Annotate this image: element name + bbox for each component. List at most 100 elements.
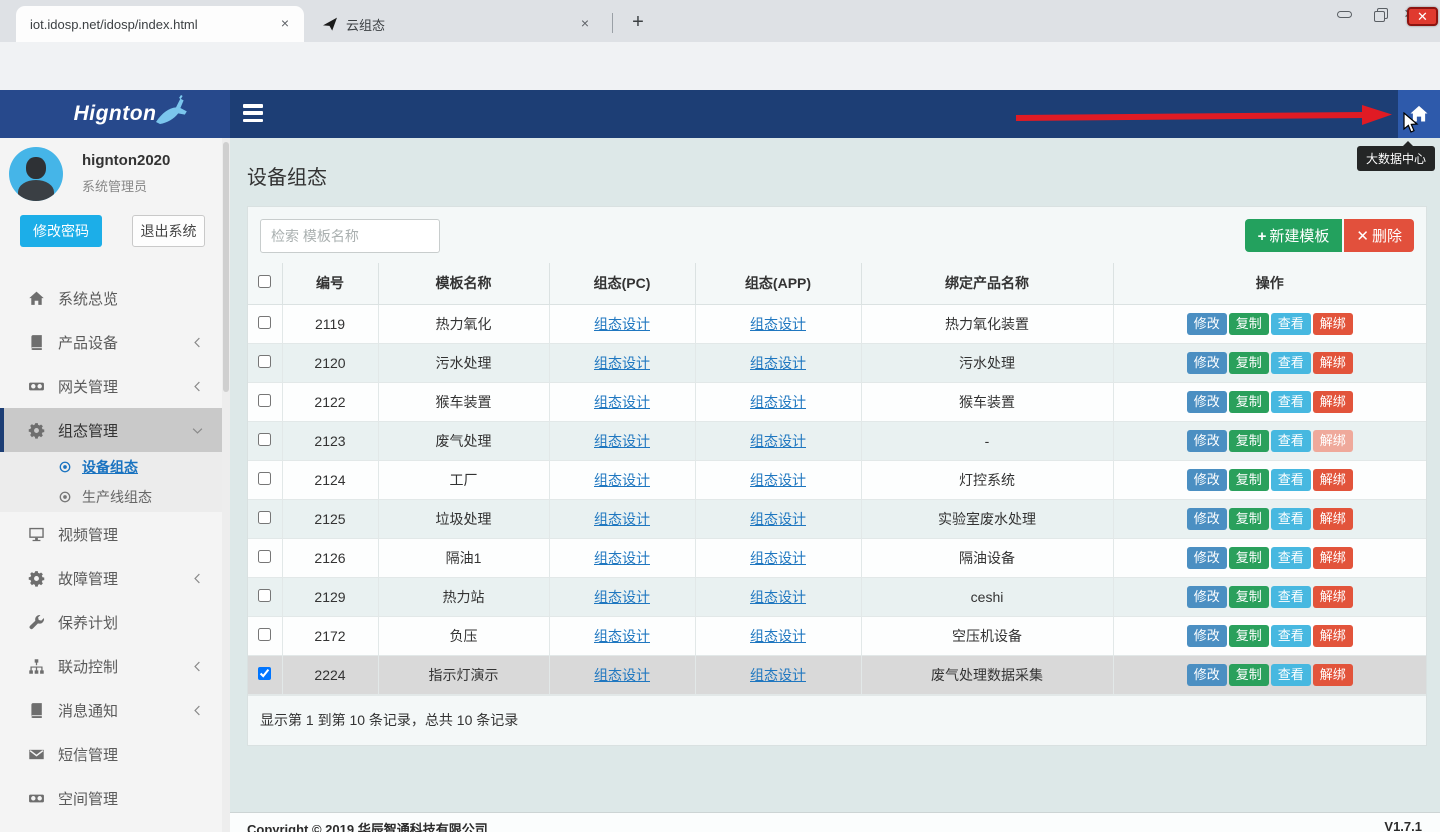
action-unbind-button[interactable]: 解绑 (1313, 586, 1353, 608)
new-template-button[interactable]: +新建模板 (1245, 219, 1343, 252)
tab-close-icon[interactable]: × (276, 15, 294, 33)
config-pc-link[interactable]: 组态设计 (594, 667, 650, 683)
row-checkbox[interactable] (258, 472, 271, 485)
config-app-link[interactable]: 组态设计 (750, 511, 806, 527)
action-edit-button[interactable]: 修改 (1187, 586, 1227, 608)
config-pc-link[interactable]: 组态设计 (594, 550, 650, 566)
action-unbind-button[interactable]: 解绑 (1313, 391, 1353, 413)
action-edit-button[interactable]: 修改 (1187, 352, 1227, 374)
browser-tab-current[interactable]: iot.idosp.net/idosp/index.html × (16, 6, 304, 42)
sidebar-item-maintenance-plan[interactable]: 保养计划 (0, 600, 222, 644)
row-checkbox[interactable] (258, 355, 271, 368)
sidebar-item-sms-management[interactable]: 短信管理 (0, 732, 222, 776)
action-unbind-button[interactable]: 解绑 (1313, 547, 1353, 569)
row-checkbox[interactable] (258, 628, 271, 641)
config-pc-link[interactable]: 组态设计 (594, 355, 650, 371)
action-view-button[interactable]: 查看 (1271, 313, 1311, 335)
config-pc-link[interactable]: 组态设计 (594, 394, 650, 410)
action-copy-button[interactable]: 复制 (1229, 352, 1269, 374)
config-pc-link[interactable]: 组态设计 (594, 511, 650, 527)
search-input[interactable] (260, 219, 440, 253)
config-app-link[interactable]: 组态设计 (750, 589, 806, 605)
config-pc-link[interactable]: 组态设计 (594, 628, 650, 644)
action-unbind-button[interactable]: 解绑 (1313, 625, 1353, 647)
action-copy-button[interactable]: 复制 (1229, 391, 1269, 413)
row-checkbox[interactable] (258, 511, 271, 524)
row-checkbox[interactable] (258, 667, 271, 680)
row-checkbox[interactable] (258, 316, 271, 329)
row-checkbox[interactable] (258, 433, 271, 446)
action-view-button[interactable]: 查看 (1271, 664, 1311, 686)
sidebar-item-linkage-control[interactable]: 联动控制 (0, 644, 222, 688)
action-copy-button[interactable]: 复制 (1229, 664, 1269, 686)
action-copy-button[interactable]: 复制 (1229, 547, 1269, 569)
action-view-button[interactable]: 查看 (1271, 508, 1311, 530)
cell-config-app-link: 组态设计 (695, 577, 861, 616)
action-copy-button[interactable]: 复制 (1229, 430, 1269, 452)
minimize-button[interactable] (1326, 2, 1362, 26)
restore-button[interactable] (1362, 2, 1398, 26)
row-checkbox[interactable] (258, 550, 271, 563)
action-unbind-button[interactable]: 解绑 (1313, 469, 1353, 491)
hamburger-menu-icon[interactable] (243, 104, 263, 122)
action-unbind-button[interactable]: 解绑 (1313, 664, 1353, 686)
config-pc-link[interactable]: 组态设计 (594, 316, 650, 332)
sidebar-scrollbar[interactable] (222, 138, 230, 832)
action-view-button[interactable]: 查看 (1271, 391, 1311, 413)
row-checkbox[interactable] (258, 394, 271, 407)
change-password-button[interactable]: 修改密码 (20, 215, 102, 247)
config-app-link[interactable]: 组态设计 (750, 316, 806, 332)
action-view-button[interactable]: 查看 (1271, 625, 1311, 647)
config-app-link[interactable]: 组态设计 (750, 472, 806, 488)
config-pc-link[interactable]: 组态设计 (594, 589, 650, 605)
action-view-button[interactable]: 查看 (1271, 547, 1311, 569)
sidebar-item-space-management[interactable]: 空间管理 (0, 776, 222, 820)
select-all-checkbox[interactable] (258, 275, 271, 288)
action-view-button[interactable]: 查看 (1271, 586, 1311, 608)
action-copy-button[interactable]: 复制 (1229, 469, 1269, 491)
action-edit-button[interactable]: 修改 (1187, 313, 1227, 335)
sidebar-item-product-device[interactable]: 产品设备 (0, 320, 222, 364)
action-copy-button[interactable]: 复制 (1229, 625, 1269, 647)
sidebar-subitem-production-line-config[interactable]: 生产线组态 (0, 482, 222, 512)
action-unbind-button[interactable]: 解绑 (1313, 313, 1353, 335)
sidebar-subitem-device-config[interactable]: 设备组态 (0, 452, 222, 482)
action-view-button[interactable]: 查看 (1271, 352, 1311, 374)
config-app-link[interactable]: 组态设计 (750, 355, 806, 371)
action-edit-button[interactable]: 修改 (1187, 547, 1227, 569)
bigdata-home-button[interactable] (1398, 90, 1440, 138)
action-copy-button[interactable]: 复制 (1229, 508, 1269, 530)
action-edit-button[interactable]: 修改 (1187, 664, 1227, 686)
sidebar-item-fault-management[interactable]: 故障管理 (0, 556, 222, 600)
action-edit-button[interactable]: 修改 (1187, 508, 1227, 530)
action-edit-button[interactable]: 修改 (1187, 430, 1227, 452)
action-unbind-button[interactable]: 解绑 (1313, 508, 1353, 530)
action-copy-button[interactable]: 复制 (1229, 313, 1269, 335)
config-app-link[interactable]: 组态设计 (750, 628, 806, 644)
action-unbind-button[interactable]: 解绑 (1313, 352, 1353, 374)
scrollbar-thumb[interactable] (223, 142, 229, 392)
action-edit-button[interactable]: 修改 (1187, 391, 1227, 413)
browser-tab-cloud-config[interactable]: 云组态 × (308, 6, 604, 42)
action-copy-button[interactable]: 复制 (1229, 586, 1269, 608)
config-app-link[interactable]: 组态设计 (750, 667, 806, 683)
sidebar-item-config-management[interactable]: 组态管理 (0, 408, 222, 452)
config-pc-link[interactable]: 组态设计 (594, 433, 650, 449)
action-edit-button[interactable]: 修改 (1187, 469, 1227, 491)
sidebar-item-video-management[interactable]: 视频管理 (0, 512, 222, 556)
action-edit-button[interactable]: 修改 (1187, 625, 1227, 647)
sidebar-item-system-overview[interactable]: 系统总览 (0, 276, 222, 320)
logout-button[interactable]: 退出系统 (132, 215, 205, 247)
tab-close-icon[interactable]: × (576, 15, 594, 33)
action-view-button[interactable]: 查看 (1271, 430, 1311, 452)
new-tab-button[interactable]: + (624, 9, 652, 37)
sidebar-item-gateway-management[interactable]: 网关管理 (0, 364, 222, 408)
sidebar-item-message-notice[interactable]: 消息通知 (0, 688, 222, 732)
config-app-link[interactable]: 组态设计 (750, 394, 806, 410)
row-checkbox[interactable] (258, 589, 271, 602)
config-pc-link[interactable]: 组态设计 (594, 472, 650, 488)
delete-button[interactable]: ✕删除 (1344, 219, 1414, 252)
action-view-button[interactable]: 查看 (1271, 469, 1311, 491)
config-app-link[interactable]: 组态设计 (750, 433, 806, 449)
config-app-link[interactable]: 组态设计 (750, 550, 806, 566)
